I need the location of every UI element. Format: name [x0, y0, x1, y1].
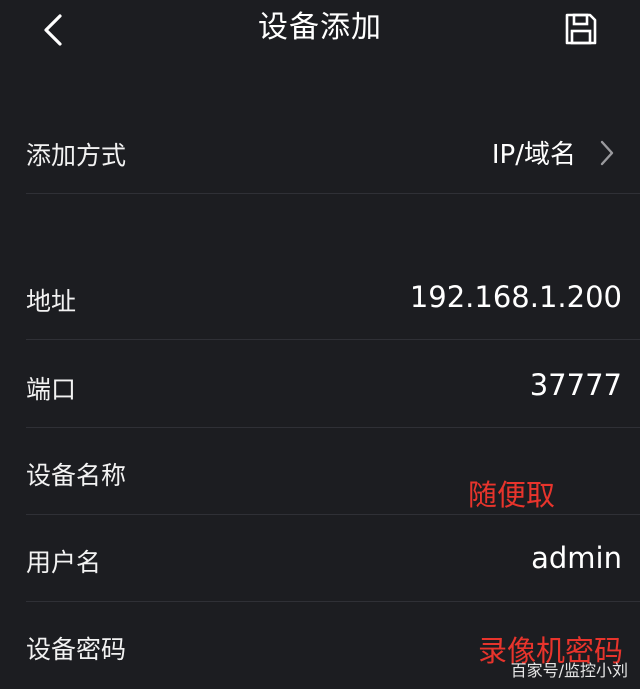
port-label: 端口 — [26, 375, 77, 404]
username-input[interactable]: admin — [531, 541, 622, 575]
password-label: 设备密码 — [26, 635, 127, 664]
device-name-annotation: 随便取 — [468, 478, 556, 512]
address-label: 地址 — [26, 287, 77, 316]
username-row[interactable]: 用户名 admin — [0, 515, 640, 601]
chevron-right-icon — [600, 140, 614, 166]
add-method-row[interactable]: 添加方式 IP/域名 — [0, 0, 640, 200]
watermark: 百家号/监控小刘 — [510, 661, 628, 680]
divider — [26, 193, 640, 194]
add-method-value: IP/域名 — [491, 140, 576, 170]
port-row[interactable]: 端口 37777 — [0, 340, 640, 427]
port-input[interactable]: 37777 — [530, 368, 622, 402]
add-method-label: 添加方式 — [26, 141, 127, 170]
address-row[interactable]: 地址 192.168.1.200 — [0, 260, 640, 340]
device-name-label: 设备名称 — [26, 461, 127, 490]
username-label: 用户名 — [26, 548, 102, 577]
address-input[interactable]: 192.168.1.200 — [410, 280, 622, 314]
